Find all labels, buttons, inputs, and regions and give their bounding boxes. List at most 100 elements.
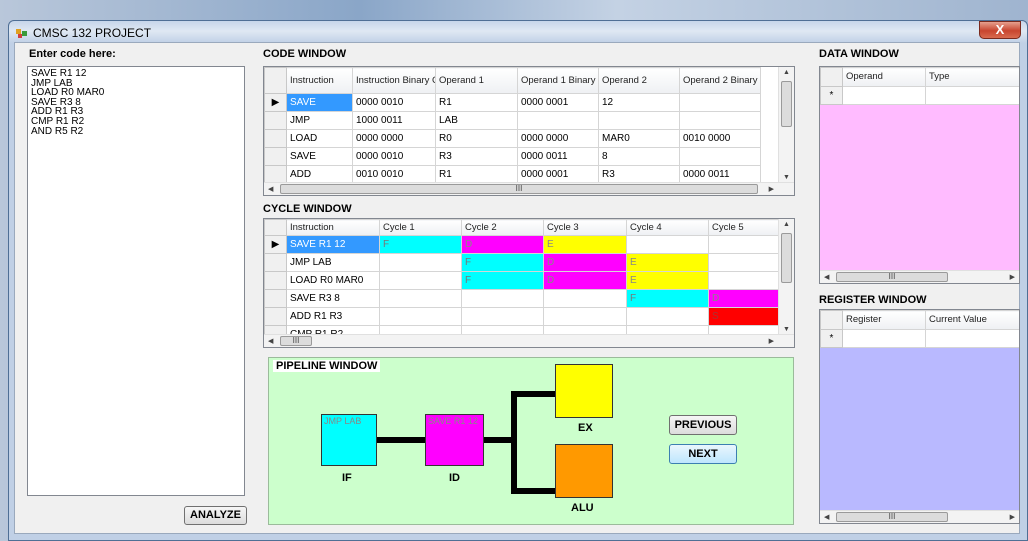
- table-row[interactable]: LOAD 0000 0000 R0 0000 0000 MAR0 0010 0000: [264, 129, 761, 148]
- cycle-cell[interactable]: [461, 307, 544, 326]
- register-grid[interactable]: Register Current Value * ◀ III ▶: [819, 309, 1020, 524]
- table-cell[interactable]: 0000 0011: [679, 165, 761, 184]
- cycle-cell[interactable]: D: [543, 271, 627, 290]
- code-vscroll-thumb[interactable]: [781, 81, 792, 127]
- analyze-button[interactable]: ANALYZE: [184, 506, 247, 525]
- scroll-right-icon[interactable]: ▶: [1010, 273, 1015, 281]
- table-cell[interactable]: R1: [435, 165, 518, 184]
- table-cell[interactable]: 8: [598, 147, 680, 166]
- column-header[interactable]: Cycle 2: [461, 219, 544, 236]
- table-cell[interactable]: ADD: [286, 165, 353, 184]
- table-cell[interactable]: MAR0: [598, 129, 680, 148]
- table-cell[interactable]: 0000 0010: [352, 147, 436, 166]
- cycle-cell[interactable]: [379, 253, 462, 272]
- cycle-cell[interactable]: [379, 271, 462, 290]
- table-cell[interactable]: 0000 0001: [517, 93, 599, 112]
- cycle-cell[interactable]: F: [461, 253, 544, 272]
- table-cell[interactable]: [679, 147, 761, 166]
- table-row[interactable]: ▶ SAVE 0000 0010 R1 0000 0001 12: [264, 93, 761, 112]
- column-header[interactable]: Instruction: [286, 219, 380, 236]
- code-vscroll[interactable]: ▲ ▼: [778, 67, 794, 183]
- table-cell[interactable]: R3: [598, 165, 680, 184]
- code-hscroll-thumb[interactable]: III: [280, 184, 758, 194]
- cycle-cell[interactable]: [461, 289, 544, 308]
- table-cell[interactable]: 0000 0011: [517, 147, 599, 166]
- scroll-right-icon[interactable]: ▶: [1010, 513, 1015, 521]
- table-cell[interactable]: SAVE: [286, 93, 353, 112]
- instruction-cell[interactable]: LOAD R0 MAR0: [286, 271, 380, 290]
- data-hscroll-thumb[interactable]: III: [836, 272, 948, 282]
- data-cell[interactable]: [925, 86, 1019, 105]
- cycle-cell[interactable]: [379, 307, 462, 326]
- column-header[interactable]: Current Value: [925, 310, 1019, 330]
- table-cell[interactable]: R1: [435, 93, 518, 112]
- title-bar[interactable]: CMSC 132 PROJECT X: [9, 21, 1027, 43]
- table-cell[interactable]: 0000 0000: [517, 129, 599, 148]
- code-grid[interactable]: InstructionInstruction Binary CodeOperan…: [263, 66, 795, 196]
- cycle-cell[interactable]: F: [626, 289, 709, 308]
- cycle-cell[interactable]: F: [379, 235, 462, 254]
- cycle-vscroll-thumb[interactable]: [781, 233, 792, 283]
- column-header[interactable]: Cycle 3: [543, 219, 627, 236]
- scroll-up-icon[interactable]: ▲: [783, 69, 790, 76]
- scroll-left-icon[interactable]: ◀: [824, 273, 829, 281]
- table-cell[interactable]: [679, 93, 761, 112]
- table-cell[interactable]: LOAD: [286, 129, 353, 148]
- register-hscroll[interactable]: ◀ III ▶: [820, 510, 1019, 523]
- table-row[interactable]: ADD 0010 0010 R1 0000 0001 R3 0000 0011: [264, 165, 761, 184]
- table-cell[interactable]: LAB: [435, 111, 518, 130]
- table-cell[interactable]: 1000 0011: [352, 111, 436, 130]
- cycle-hscroll-thumb[interactable]: III: [280, 336, 312, 346]
- table-row[interactable]: JMP 1000 0011 LAB: [264, 111, 761, 130]
- table-row[interactable]: SAVE 0000 0010 R3 0000 0011 8: [264, 147, 761, 166]
- column-header[interactable]: Cycle 4: [626, 219, 709, 236]
- table-cell[interactable]: [679, 111, 761, 130]
- instruction-cell[interactable]: ADD R1 R3: [286, 307, 380, 326]
- cycle-cell[interactable]: F: [461, 271, 544, 290]
- table-cell[interactable]: 12: [598, 93, 680, 112]
- column-header[interactable]: Operand 2: [598, 67, 680, 94]
- table-cell[interactable]: 0010 0010: [352, 165, 436, 184]
- scroll-up-icon[interactable]: ▲: [783, 221, 790, 228]
- cycle-cell[interactable]: E: [543, 235, 627, 254]
- column-header[interactable]: Cycle 1: [379, 219, 462, 236]
- column-header[interactable]: Register: [842, 310, 926, 330]
- cycle-cell[interactable]: [543, 307, 627, 326]
- cycle-hscroll[interactable]: ◀ III ▶: [264, 334, 794, 347]
- column-header[interactable]: Operand 1: [435, 67, 518, 94]
- column-header[interactable]: Instruction: [286, 67, 353, 94]
- table-cell[interactable]: [598, 111, 680, 130]
- close-button[interactable]: X: [979, 21, 1021, 39]
- register-hscroll-thumb[interactable]: III: [836, 512, 948, 522]
- cycle-cell[interactable]: E: [626, 253, 709, 272]
- cycle-cell[interactable]: [379, 289, 462, 308]
- column-header[interactable]: Operand: [842, 67, 926, 87]
- table-cell[interactable]: SAVE: [286, 147, 353, 166]
- table-cell[interactable]: R3: [435, 147, 518, 166]
- table-cell[interactable]: 0000 0000: [352, 129, 436, 148]
- cycle-cell[interactable]: [626, 235, 709, 254]
- table-row[interactable]: JMP LAB F D E: [264, 253, 791, 272]
- scroll-down-icon[interactable]: ▼: [783, 174, 790, 181]
- instruction-cell[interactable]: SAVE R1 12: [286, 235, 380, 254]
- table-row[interactable]: SAVE R3 8FD: [264, 289, 791, 308]
- instruction-cell[interactable]: JMP LAB: [286, 253, 380, 272]
- cycle-cell[interactable]: [543, 289, 627, 308]
- instruction-cell[interactable]: SAVE R3 8: [286, 289, 380, 308]
- scroll-left-icon[interactable]: ◀: [268, 337, 273, 345]
- table-cell[interactable]: 0010 0000: [679, 129, 761, 148]
- scroll-left-icon[interactable]: ◀: [824, 513, 829, 521]
- column-header[interactable]: Instruction Binary Code: [352, 67, 436, 94]
- table-cell[interactable]: R0: [435, 129, 518, 148]
- data-grid[interactable]: Operand Type * ◀ III ▶: [819, 66, 1020, 284]
- table-cell[interactable]: [517, 111, 599, 130]
- column-header[interactable]: Type: [925, 67, 1019, 87]
- table-row[interactable]: LOAD R0 MAR0 F D E: [264, 271, 791, 290]
- scroll-left-icon[interactable]: ◀: [268, 185, 273, 193]
- code-input[interactable]: SAVE R1 12 JMP LAB LOAD R0 MAR0 SAVE R3 …: [27, 66, 245, 496]
- data-cell[interactable]: [842, 86, 926, 105]
- register-cell[interactable]: [842, 329, 926, 348]
- table-row[interactable]: ▶ SAVE R1 12 F D E: [264, 235, 791, 254]
- cycle-grid[interactable]: Instruction Cycle 1 Cycle 2 Cycle 3 Cycle 4C…: [263, 218, 795, 348]
- cycle-cell[interactable]: D: [461, 235, 544, 254]
